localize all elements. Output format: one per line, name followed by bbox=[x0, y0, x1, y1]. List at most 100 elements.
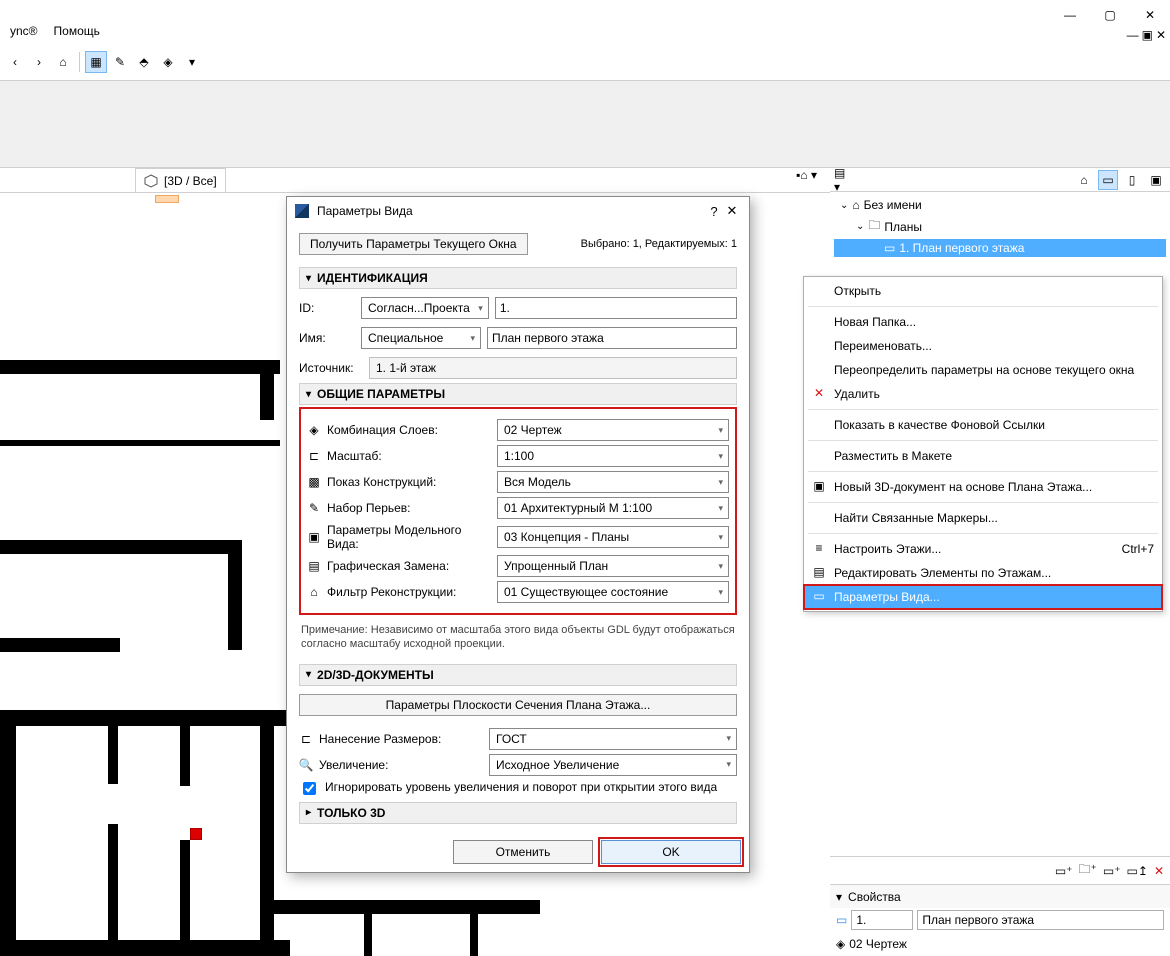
navigator-tree[interactable]: ⌄⌂Без имени ⌄🗀Планы ▭1. План первого эта… bbox=[830, 192, 1170, 261]
name-mode-select[interactable]: Специальное bbox=[361, 327, 481, 349]
view-map-icon[interactable]: ▭ bbox=[1098, 170, 1118, 190]
id-label: ID: bbox=[299, 301, 355, 315]
tree-toggle-plans[interactable]: ⌄ bbox=[856, 221, 864, 232]
child-minimize-button[interactable]: — bbox=[1127, 28, 1139, 42]
child-restore-button[interactable]: ▣ bbox=[1142, 28, 1153, 42]
struct-icon: ▩ bbox=[307, 475, 321, 489]
ctx-place-layout[interactable]: Разместить в Макете bbox=[804, 444, 1162, 468]
id-mode-select[interactable]: Согласн...Проекта bbox=[361, 297, 489, 319]
view3d-icon[interactable]: ⬘ bbox=[133, 51, 155, 73]
close-button[interactable]: ✕ bbox=[1130, 0, 1170, 30]
ctx-new-folder[interactable]: Новая Папка... bbox=[804, 310, 1162, 334]
model-view-select[interactable]: 03 Концепция - Планы bbox=[497, 526, 729, 548]
menu-sync[interactable]: ync® bbox=[4, 22, 44, 46]
properties-header[interactable]: ▾ Свойства bbox=[830, 884, 1170, 908]
general-params-group: ◈Комбинация Слоев:02 Чертеж ⊏Масштаб:1:1… bbox=[299, 407, 737, 615]
ctx-open[interactable]: Открыть bbox=[804, 279, 1162, 303]
zoom-icon: 🔍 bbox=[299, 758, 313, 772]
dim-icon: ⊏ bbox=[299, 732, 313, 746]
maximize-button[interactable]: ▢ bbox=[1090, 0, 1130, 30]
section-identification[interactable]: ▾ИДЕНТИФИКАЦИЯ bbox=[299, 267, 737, 289]
ctx-override[interactable]: Переопределить параметры на основе текущ… bbox=[804, 358, 1162, 382]
name-value-field[interactable] bbox=[487, 327, 737, 349]
collapse-arrow-icon: ▾ bbox=[836, 890, 842, 904]
cutplane-settings-button[interactable]: Параметры Плоскости Сечения Плана Этажа.… bbox=[299, 694, 737, 716]
editfloor-icon: ▤ bbox=[810, 565, 828, 579]
project-root-icon: ⌂ bbox=[852, 198, 859, 212]
view-number-field[interactable] bbox=[851, 910, 913, 930]
app-logo-icon bbox=[295, 204, 309, 218]
view-name-field[interactable] bbox=[917, 910, 1164, 930]
section-general[interactable]: ▾ОБЩИЕ ПАРАМЕТРЫ bbox=[299, 383, 737, 405]
ctx-story-settings[interactable]: ≡Настроить Этажи...Ctrl+7 bbox=[804, 537, 1162, 561]
zoom-select[interactable]: Исходное Увеличение bbox=[489, 754, 737, 776]
layers-icon: ◈ bbox=[307, 423, 321, 437]
source-label: Источник: bbox=[299, 361, 363, 375]
penset-select[interactable]: 01 Архитектурный М 1:100 bbox=[497, 497, 729, 519]
gdl-note: Примечание: Независимо от масштаба этого… bbox=[299, 615, 737, 660]
selection-marker[interactable] bbox=[190, 828, 202, 840]
ctx-edit-by-story[interactable]: ▤Редактировать Элементы по Этажам... bbox=[804, 561, 1162, 585]
menu-help[interactable]: Помощь bbox=[48, 22, 106, 46]
viewmap-dropdown-icon[interactable]: ▪⌂ ▾ bbox=[796, 168, 817, 182]
layout-book-icon[interactable]: ▯ bbox=[1122, 170, 1142, 190]
get-current-window-button[interactable]: Получить Параметры Текущего Окна bbox=[299, 233, 528, 255]
scale-select[interactable]: 1:100 bbox=[497, 445, 729, 467]
ctx-find-markers[interactable]: Найти Связанные Маркеры... bbox=[804, 506, 1162, 530]
ctx-view-settings[interactable]: ▭Параметры Вида... bbox=[804, 585, 1162, 609]
child-close-button[interactable]: ✕ bbox=[1156, 28, 1166, 42]
tab-handle[interactable] bbox=[155, 195, 179, 203]
viewsettings-icon: ▭ bbox=[810, 589, 828, 603]
folder-icon: 🗀 bbox=[868, 216, 880, 237]
publisher-icon[interactable]: ▣ bbox=[1146, 170, 1166, 190]
clone-icon[interactable]: ▭⁺ bbox=[1103, 864, 1121, 878]
delete-icon[interactable]: ✕ bbox=[1154, 864, 1164, 878]
layers-badge-icon: ◈ bbox=[836, 937, 845, 951]
ok-button[interactable]: OK bbox=[601, 840, 741, 864]
canvas-band bbox=[0, 80, 1170, 168]
forward-icon[interactable]: › bbox=[28, 51, 50, 73]
menu-bar: ync® Помощь bbox=[0, 22, 106, 46]
view-settings-dialog: Параметры Вида ? ✕ Получить Параметры Те… bbox=[286, 196, 750, 873]
new-folder-icon[interactable]: 🗀⁺ bbox=[1079, 860, 1097, 881]
ctx-new-3d-doc[interactable]: ▣Новый 3D-документ на основе Плана Этажа… bbox=[804, 475, 1162, 499]
measure-icon[interactable]: ✎ bbox=[109, 51, 131, 73]
section-3d-only[interactable]: ▸ТОЛЬКО 3D bbox=[299, 802, 737, 824]
context-menu: Открыть Новая Папка... Переименовать... … bbox=[803, 276, 1163, 612]
graphic-override-select[interactable]: Упрощенный План bbox=[497, 555, 729, 577]
section-2d3d[interactable]: ▾2D/3D-ДОКУМЕНТЫ bbox=[299, 664, 737, 686]
structure-select[interactable]: Вся Модель bbox=[497, 471, 729, 493]
toolbar: ‹ › ⌂ ▦ ✎ ⬘ ◈ ▾ bbox=[0, 48, 203, 76]
home-icon[interactable]: ⌂ bbox=[52, 51, 74, 73]
ctx-rename[interactable]: Переименовать... bbox=[804, 334, 1162, 358]
marquee-icon[interactable]: ▦ bbox=[85, 51, 107, 73]
new3d-icon: ▣ bbox=[810, 479, 828, 493]
nav-dropdown-button[interactable]: ▤ ▾ bbox=[834, 170, 854, 190]
tree-toggle[interactable]: ⌄ bbox=[840, 200, 848, 211]
tab-3d[interactable]: [3D / Все] bbox=[135, 168, 226, 192]
view-icon: ▭ bbox=[884, 241, 895, 255]
save-view-icon[interactable]: ▭⁺ bbox=[1055, 864, 1073, 878]
ctx-delete[interactable]: ✕Удалить bbox=[804, 382, 1162, 406]
id-value-field[interactable] bbox=[495, 297, 737, 319]
override-icon: ▤ bbox=[307, 559, 321, 573]
layers-icon[interactable]: ◈ bbox=[157, 51, 179, 73]
ignore-zoom-checkbox[interactable] bbox=[303, 782, 316, 795]
view-item-selected[interactable]: ▭1. План первого этажа bbox=[834, 239, 1166, 257]
stories-icon: ≡ bbox=[810, 541, 828, 555]
renovation-filter-select[interactable]: 01 Существующее состояние bbox=[497, 581, 729, 603]
minimize-button[interactable]: — bbox=[1050, 0, 1090, 30]
project-map-icon[interactable]: ⌂ bbox=[1074, 170, 1094, 190]
cancel-button[interactable]: Отменить bbox=[453, 840, 593, 864]
view-up-icon[interactable]: ▭↥ bbox=[1127, 864, 1148, 878]
layer-combo-select[interactable]: 02 Чертеж bbox=[497, 419, 729, 441]
scale-icon: ⊏ bbox=[307, 449, 321, 463]
dialog-close-button[interactable]: ✕ bbox=[723, 203, 741, 219]
dialog-help-button[interactable]: ? bbox=[705, 204, 723, 219]
back-icon[interactable]: ‹ bbox=[4, 51, 26, 73]
dimensions-select[interactable]: ГОСТ bbox=[489, 728, 737, 750]
dropdown-icon[interactable]: ▾ bbox=[181, 51, 203, 73]
ctx-show-bg[interactable]: Показать в качестве Фоновой Ссылки bbox=[804, 413, 1162, 437]
delete-x-icon: ✕ bbox=[810, 386, 828, 400]
selection-info: Выбрано: 1, Редактируемых: 1 bbox=[581, 238, 737, 250]
